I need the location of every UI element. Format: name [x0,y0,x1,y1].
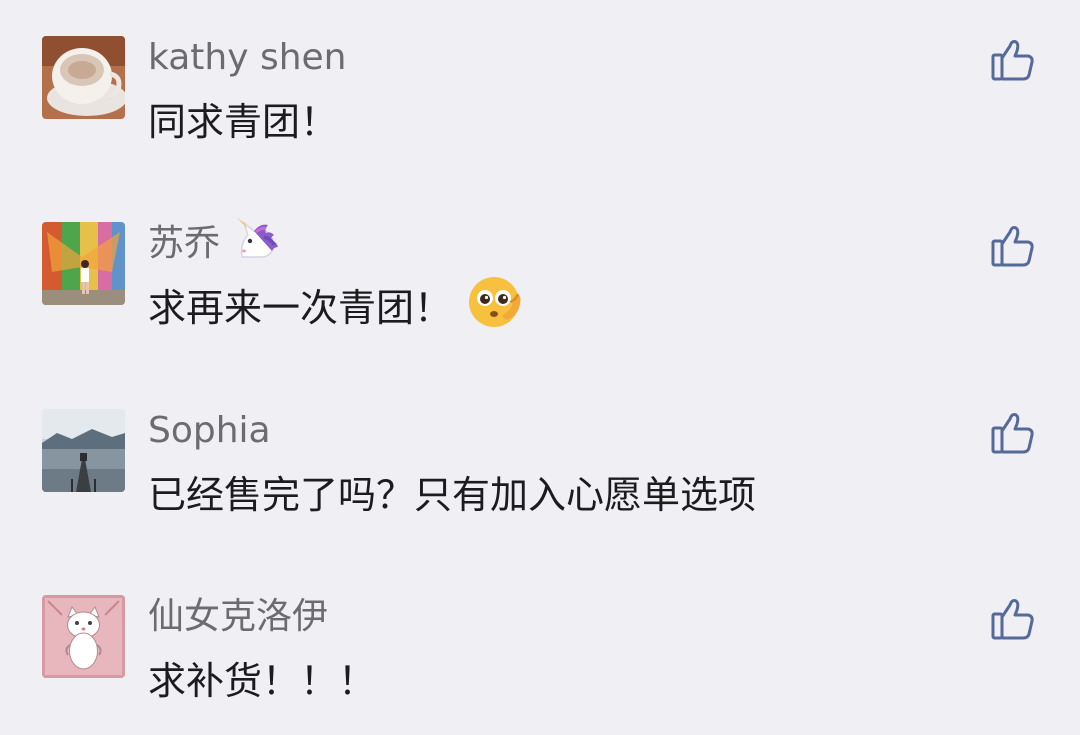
comment-body: 求再来一次青团！ [148,286,453,330]
like-button[interactable] [990,409,1036,455]
comment-body: 同求青团！ [148,100,339,144]
lake-pier-icon [42,409,125,492]
comment-text: 已经售完了吗？只有加入心愿单选项 [148,467,756,523]
comment-text: 求补货！！！ [148,653,376,709]
comment-author[interactable]: 苏乔 [148,216,280,266]
comment-author[interactable]: kathy shen [148,36,347,80]
comment-item: 苏乔 求再来一次青团！ [0,216,1080,362]
comment-item: Sophia 已经售完了吗？只有加入心愿单选项 [0,409,1080,549]
comment-text: 同求青团！ [148,94,338,150]
avatar[interactable] [42,222,125,305]
comment-body: 求补货！！！ [148,659,377,703]
like-button[interactable] [990,36,1036,82]
thumbs-up-icon [991,413,1034,454]
thumbs-up-icon [991,40,1034,81]
pleading-face-icon [466,272,524,345]
comment-author[interactable]: 仙女克洛伊 [148,595,328,639]
like-button[interactable] [990,595,1036,641]
cartoon-cat-icon [42,595,125,678]
colorful-mural-icon [42,222,125,305]
thumbs-up-icon [991,226,1034,267]
unicorn-icon [234,216,280,272]
avatar[interactable] [42,409,125,492]
comment-item: 仙女克洛伊 求补货！！！ [0,595,1080,735]
avatar[interactable] [42,595,125,678]
author-name: 仙女克洛伊 [148,596,329,637]
author-name: kathy shen [148,37,347,78]
avatar[interactable] [42,36,125,119]
author-name: Sophia [148,410,271,451]
thumbs-up-icon [991,599,1034,640]
comment-item: kathy shen 同求青团！ [0,36,1080,176]
coffee-cup-icon [42,36,125,119]
comment-text: 求再来一次青团！ [148,276,524,336]
comment-body: 已经售完了吗？只有加入心愿单选项 [148,473,757,517]
like-button[interactable] [990,222,1036,268]
comment-author[interactable]: Sophia [148,409,271,453]
author-name: 苏乔 [148,223,221,264]
